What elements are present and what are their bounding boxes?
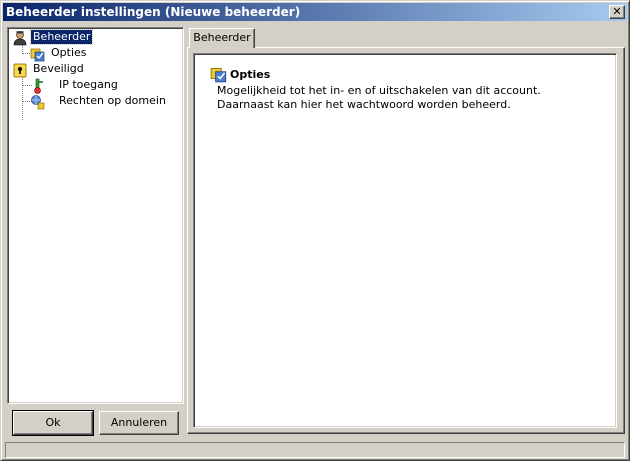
tree-item-rechten-op-domein[interactable]: Rechten op domein [30,93,180,110]
tree-item-label: IP toegang [59,78,118,91]
dialog-window: Beheerder instellingen (Nieuwe beheerder… [0,0,630,461]
tree-item-label: Beheerder [29,29,94,45]
tree-item-beveiligd[interactable]: Beveiligd [12,61,102,78]
section-heading: Opties [230,68,271,81]
domain-rights-icon [31,95,45,110]
options-icon [210,67,227,83]
close-button[interactable]: ✕ [609,5,625,19]
network-key-icon [34,78,43,94]
content-area: Opties Mogelijkheid tot het in- en of ui… [193,53,617,428]
status-bar [5,442,625,458]
options-icon [30,48,45,62]
tab-beheerder[interactable]: Beheerder [189,28,255,48]
tree-view[interactable]: Beheerder Opties Beveiligd IP toegang Re… [7,27,184,404]
tree-item-ip-toegang[interactable]: IP toegang [30,77,130,94]
lock-icon [13,63,27,78]
section-description: Mogelijkheid tot het in- en of uitschake… [217,84,541,111]
cancel-button[interactable]: Annuleren [99,411,179,435]
tab-panel: Opties Mogelijkheid tot het in- en of ui… [187,47,625,434]
tree-item-label: Rechten op domein [59,94,166,107]
tree-item-label: Beveiligd [33,62,84,75]
tree-item-opties[interactable]: Opties [30,45,110,62]
tree-item-label: Opties [51,46,87,59]
title-bar[interactable]: Beheerder instellingen (Nieuwe beheerder… [3,3,627,21]
user-icon [13,31,27,46]
window-title: Beheerder instellingen (Nieuwe beheerder… [6,5,301,19]
ok-button[interactable]: Ok [12,410,94,436]
tree-item-beheerder[interactable]: Beheerder [12,29,112,46]
close-icon: ✕ [612,5,622,18]
